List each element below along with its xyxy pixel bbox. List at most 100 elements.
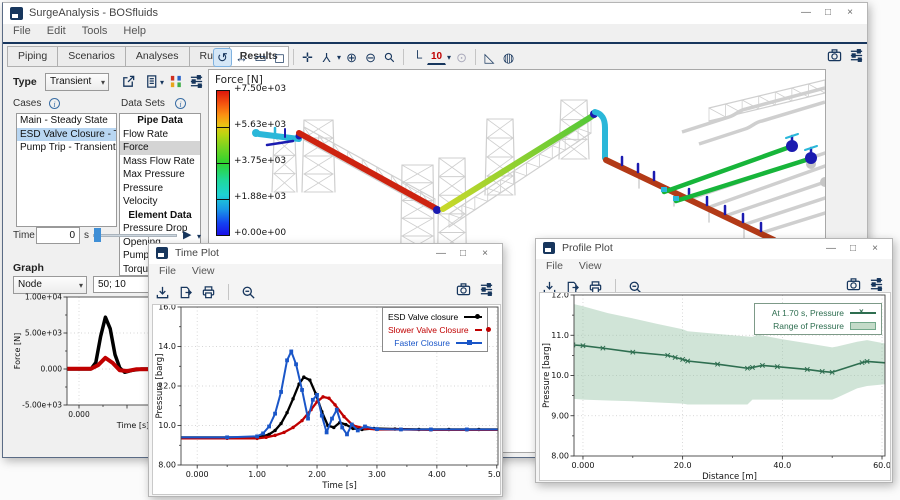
graph-mode-select[interactable]: Node▾ [13,276,87,294]
colorbar-label: +0.00e+00 [234,228,286,238]
menu-file[interactable]: File [538,259,571,275]
globe-icon[interactable]: ◍ [499,48,518,67]
camera-icon[interactable] [456,282,471,297]
info-icon[interactable]: i [49,98,60,109]
save-icon[interactable] [155,285,170,300]
close-button[interactable]: × [839,5,861,21]
minimize-button[interactable]: — [820,241,842,257]
menu-view[interactable]: View [571,259,610,275]
colorbar [216,90,230,236]
svg-text:4.00: 4.00 [428,470,446,479]
toolbar-separator [475,49,476,65]
profile-plot-window: Profile Plot — □ × File View 0.00020.040… [535,238,893,483]
zoom-out-icon[interactable] [241,285,256,300]
pan-icon[interactable]: ↔ [232,48,251,67]
cases-label: Cases [13,98,41,109]
main-titlebar: SurgeAnalysis - BOSfluids — □ × [3,3,867,24]
dataset-item[interactable]: Pressure [120,182,200,196]
legend-line-sample [456,339,482,347]
node-numbers-icon[interactable]: 10 [427,49,446,65]
camera-icon[interactable] [827,48,842,63]
time-plot-titlebar: Time Plot — □ × [149,244,502,264]
main-menubar: File Edit Tools Help [5,24,154,41]
maximize-button[interactable]: □ [842,241,864,257]
export-icon[interactable] [121,74,136,89]
dataset-item[interactable]: Mass Flow Rate [120,155,200,169]
close-button[interactable]: × [864,241,886,257]
dataset-item[interactable]: Velocity [120,195,200,209]
chevron-down-icon[interactable]: ▾ [337,53,341,62]
info-icon[interactable]: i [175,98,186,109]
time-input[interactable] [36,227,80,244]
box-select-icon[interactable]: ▭ [251,48,270,67]
menu-help[interactable]: Help [115,24,154,41]
legend-label: Range of Pressure [773,321,844,331]
minimize-button[interactable]: — [430,246,452,262]
zoom-window-icon[interactable]: ⚲ [376,44,403,71]
time-slider[interactable] [93,228,177,242]
zoom-in-icon[interactable]: ⊕ [342,48,361,67]
axes-tripod-icon[interactable]: Y [317,48,336,67]
time-unit: s [84,230,89,241]
window-title: SurgeAnalysis - BOSfluids [29,7,158,19]
chevron-down-icon[interactable]: ▾ [447,53,451,62]
view-toolbar: ↺ ↔ ▭ ◻ ✛ Y ▾ ⊕ ⊖ ⚲ └ 10 ▾ ⊙ ◺ ◍ [213,47,518,67]
pipe-corner-icon[interactable]: └ [408,48,427,67]
center-view-icon[interactable]: ✛ [298,48,317,67]
case-item-selected[interactable]: ESD Valve Closure - Transient [17,128,116,142]
svg-text:14.0: 14.0 [158,342,176,351]
app-icon [543,242,555,254]
time-plot-window: Time Plot — □ × File View 0.0001.002.003… [148,243,503,497]
svg-text:5.00e+03: 5.00e+03 [25,329,62,338]
legend-colors-icon[interactable] [169,74,184,89]
settings-icon[interactable] [479,282,494,297]
toolbar-separator [293,49,294,65]
menu-edit[interactable]: Edit [39,24,74,41]
play-button[interactable]: ▶ [183,228,191,241]
menu-file[interactable]: File [5,24,39,41]
maximize-button[interactable]: □ [817,5,839,21]
menu-tools[interactable]: Tools [74,24,116,41]
ruler-triangle-icon[interactable]: ◺ [480,48,499,67]
svg-text:1.00: 1.00 [248,470,266,479]
svg-text:-5.00e+03: -5.00e+03 [22,401,62,410]
tab-analyses[interactable]: Analyses [125,46,189,67]
slider-handle[interactable] [94,228,101,242]
tab-scenarios[interactable]: Scenarios [57,46,125,67]
report-icon[interactable] [144,74,159,89]
dataset-item[interactable]: Flow Rate [120,128,200,142]
dataset-item[interactable]: Max Pressure [120,168,200,182]
eye-icon[interactable]: ⊙ [452,48,471,67]
dataset-item-selected[interactable]: Force [120,141,200,155]
chevron-down-icon[interactable]: ▾ [197,232,201,241]
case-item[interactable]: Pump Trip - Transient [17,141,116,155]
menu-file[interactable]: File [151,264,184,280]
close-button[interactable]: × [474,246,496,262]
case-item[interactable]: Main - Steady State [17,114,116,128]
profile-plot-menubar: File View [538,259,610,275]
minimize-button[interactable]: — [795,5,817,21]
tab-piping[interactable]: Piping [7,46,57,67]
svg-text:40.0: 40.0 [773,461,791,470]
app-icon [10,7,23,20]
rotate-icon[interactable]: ↺ [213,48,232,67]
svg-text:1.00e+04: 1.00e+04 [25,293,62,302]
profile-plot-title: Profile Plot [562,242,613,254]
svg-text:8.00: 8.00 [158,461,176,470]
settings-icon[interactable] [189,74,204,89]
export-page-icon[interactable] [178,285,193,300]
print-icon[interactable] [201,285,216,300]
menu-view[interactable]: View [184,264,223,280]
svg-text:3.00: 3.00 [368,470,386,479]
chevron-down-icon[interactable]: ▾ [160,78,164,87]
svg-text:12.0: 12.0 [551,293,569,300]
svg-text:5.00: 5.00 [488,470,500,479]
settings-icon[interactable] [849,48,864,63]
svg-text:8.00: 8.00 [551,452,569,461]
rect-select-icon[interactable]: ◻ [270,48,289,67]
maximize-button[interactable]: □ [452,246,474,262]
legend-line-sample [464,313,482,321]
type-select[interactable]: Transient▾ [45,73,109,91]
settings-icon[interactable] [869,277,884,292]
camera-icon[interactable] [846,277,861,292]
